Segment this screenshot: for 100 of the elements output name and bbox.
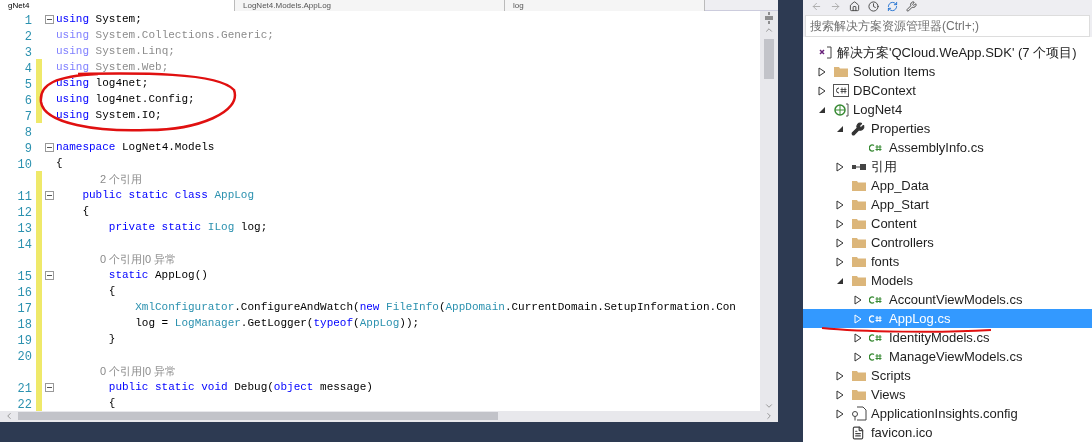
codelens-text[interactable]: 0 个引用|0 异常: [100, 250, 177, 268]
document-tab[interactable]: gNet4: [0, 0, 235, 11]
csharp-file-icon: [869, 142, 882, 153]
code-line: {: [81, 204, 89, 219]
line-number: 6: [24, 94, 32, 108]
tree-item[interactable]: AccountViewModels.cs: [803, 290, 1092, 309]
tree-item[interactable]: IdentityModels.cs: [803, 328, 1092, 347]
globe-icon: [833, 102, 849, 117]
line-number: 21: [17, 382, 32, 396]
line-number: 1: [24, 14, 32, 28]
tree-item[interactable]: Views: [803, 385, 1092, 404]
refresh-icon[interactable]: [887, 1, 898, 12]
line-number: 7: [24, 110, 32, 124]
line-number: 2: [24, 30, 32, 44]
expand-arrow-icon[interactable]: [836, 389, 844, 400]
code-line: using System.Collections.Generic;: [56, 28, 274, 43]
horizontal-scrollbar[interactable]: [0, 411, 778, 422]
line-number: 20: [17, 350, 32, 364]
folder-icon: [851, 179, 867, 192]
tree-item[interactable]: fonts: [803, 252, 1092, 271]
expand-arrow-icon[interactable]: [836, 408, 844, 419]
csharp-file-icon: [869, 332, 882, 343]
codelens-text[interactable]: 0 个引用|0 异常: [100, 362, 177, 380]
line-number: 4: [24, 62, 32, 76]
folder-icon: [851, 255, 867, 268]
expand-arrow-icon[interactable]: [836, 370, 844, 381]
document-tab[interactable]: LogNet4.Models.AppLog: [235, 0, 505, 11]
expand-arrow-icon[interactable]: [818, 85, 826, 96]
tree-item[interactable]: Solution Items: [803, 62, 1092, 81]
expand-arrow-icon[interactable]: [854, 351, 862, 362]
code-line: XmlConfigurator.ConfigureAndWatch(new FileInfo(AppDomain.CurrentDomain.SetupInformation.Con: [134, 300, 736, 315]
collapse-arrow-icon[interactable]: [818, 105, 826, 114]
folder-icon: [851, 369, 867, 382]
tree-item[interactable]: Content: [803, 214, 1092, 233]
expand-arrow-icon[interactable]: [836, 256, 844, 267]
collapse-arrow-icon[interactable]: [836, 124, 844, 133]
project-icon: [833, 84, 849, 97]
scroll-thumb[interactable]: [18, 412, 498, 421]
codelens-text[interactable]: 2 个引用: [100, 170, 143, 188]
line-number: 9: [24, 142, 32, 156]
document-tab[interactable]: log: [505, 0, 705, 11]
line-number: 14: [17, 238, 32, 252]
tree-item[interactable]: App_Data: [803, 176, 1092, 195]
scroll-thumb[interactable]: [764, 39, 774, 79]
line-number: 15: [17, 270, 32, 284]
line-number: 11: [17, 190, 32, 204]
expand-arrow-icon[interactable]: [836, 161, 844, 172]
folder-icon: [851, 236, 867, 249]
expand-arrow-icon[interactable]: [854, 332, 862, 343]
code-line: using System;: [56, 12, 142, 27]
tree-item[interactable]: 引用: [803, 157, 1092, 176]
collapse-icon[interactable]: [44, 382, 54, 392]
code-line: using System.Linq;: [56, 44, 175, 59]
code-line: {: [56, 156, 63, 171]
tree-item[interactable]: Properties: [803, 119, 1092, 138]
tree-item[interactable]: App_Start: [803, 195, 1092, 214]
code-line: public static void Debug(object message): [107, 380, 373, 395]
code-line: {: [107, 396, 116, 411]
expand-arrow-icon[interactable]: [836, 199, 844, 210]
tree-item[interactable]: Controllers: [803, 233, 1092, 252]
folder-icon: [851, 388, 867, 401]
code-line: using System.Web;: [56, 60, 169, 75]
tree-item[interactable]: ApplicationInsights.config: [803, 404, 1092, 423]
collapse-icon[interactable]: [44, 14, 54, 24]
home-icon[interactable]: [849, 1, 860, 12]
expand-arrow-icon[interactable]: [836, 218, 844, 229]
expand-arrow-icon[interactable]: [836, 237, 844, 248]
split-icon[interactable]: [764, 12, 774, 24]
tree-item[interactable]: Scripts: [803, 366, 1092, 385]
search-field[interactable]: 搜索解决方案资源管理器(Ctrl+;): [805, 15, 1090, 37]
code-line: {: [107, 284, 116, 299]
collapse-icon[interactable]: [44, 270, 54, 280]
wrench-icon[interactable]: [906, 1, 917, 12]
line-number: 18: [17, 318, 32, 332]
csharp-file-icon: [869, 294, 882, 305]
vertical-scrollbar[interactable]: [760, 11, 778, 411]
tree-item[interactable]: Models: [803, 271, 1092, 290]
config-file-icon: [851, 406, 867, 421]
tree-item[interactable]: AssemblyInfo.cs: [803, 138, 1092, 157]
collapse-icon[interactable]: [44, 142, 54, 152]
tree-item[interactable]: LogNet4: [803, 100, 1092, 119]
line-number: 10: [17, 158, 32, 172]
expand-arrow-icon[interactable]: [818, 66, 826, 77]
line-number: 16: [17, 286, 32, 300]
line-number: 12: [17, 206, 32, 220]
line-number: 22: [17, 398, 32, 411]
line-number: 8: [24, 126, 32, 140]
collapse-arrow-icon[interactable]: [836, 276, 844, 285]
wrench-icon: [851, 121, 865, 136]
tree-item[interactable]: 解决方案'QCloud.WeApp.SDK' (7 个项目): [837, 42, 1077, 63]
tree-item[interactable]: ManageViewModels.cs: [803, 347, 1092, 366]
history-icon[interactable]: [868, 1, 879, 12]
line-number: 17: [17, 302, 32, 316]
folder-icon: [851, 217, 867, 230]
expand-arrow-icon[interactable]: [854, 294, 862, 305]
line-number: 19: [17, 334, 32, 348]
collapse-icon[interactable]: [44, 190, 54, 200]
tree-item[interactable]: DBContext: [803, 81, 1092, 100]
tree-item[interactable]: favicon.ico: [803, 423, 1092, 442]
code-line: public static class AppLog: [81, 188, 255, 203]
